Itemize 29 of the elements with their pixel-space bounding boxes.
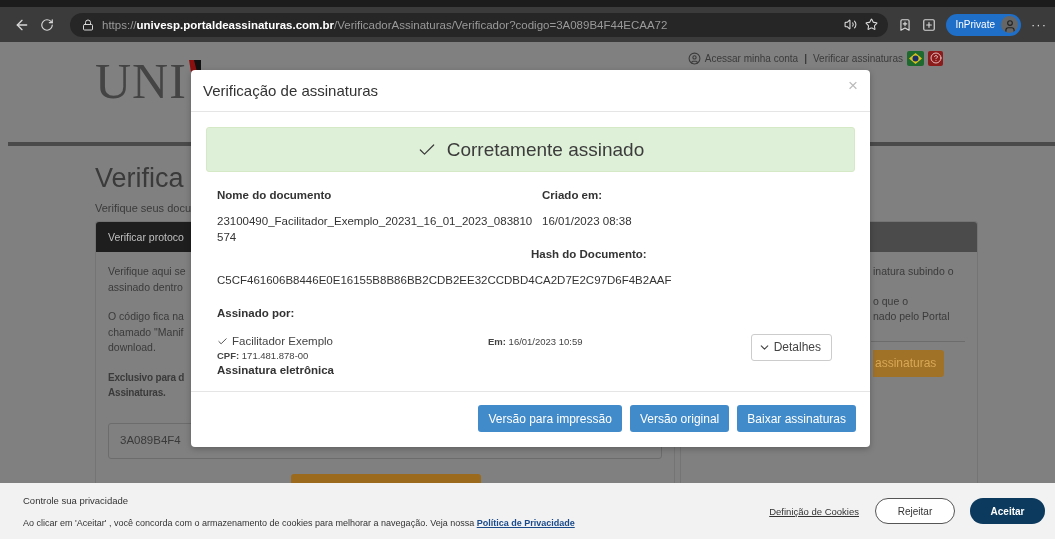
status-text: Corretamente assinado: [446, 138, 645, 161]
paragraph-line: assinado dentro: [108, 279, 183, 295]
paragraph-line: inatura subindo o: [873, 264, 954, 279]
paragraph-line: Verifique aqui se: [108, 264, 186, 279]
field-label: Criado em:: [542, 188, 604, 203]
field-label: Nome do documento: [217, 188, 333, 203]
paragraph-line: O código fica na: [108, 309, 184, 324]
field-label: Assinado por:: [217, 305, 296, 321]
separator: |: [804, 52, 807, 64]
page-title: Verifica: [95, 162, 184, 195]
page-subtitle: Verifique seus docu: [95, 202, 191, 214]
note-line: Assinaturas.: [108, 386, 166, 400]
created-date: 16/01/2023 08:38: [542, 214, 633, 229]
paragraph-line: nado pelo Portal: [873, 309, 950, 324]
paragraph-line: download.: [108, 340, 156, 355]
dialog-title: Verificação de assinaturas: [203, 82, 379, 99]
paragraph-line: chamado "Manif: [108, 324, 184, 340]
signer-name-text: Facilitador Exemplo: [232, 333, 333, 349]
document-name: 23100490_Facilitador_Exemplo_20231_16_01_2023_083810574: [217, 214, 533, 245]
signature-date: Em: 16/01/2023 10:59: [488, 335, 583, 347]
note-line: Exclusivo para d: [108, 370, 185, 385]
paragraph-line: o que o: [873, 293, 909, 309]
cookie-title: Controle sua privacidade: [23, 494, 130, 506]
document-hash: C5CF461606B8446E0E16155B8B86BB2CDB2EE32CCDBD4CA2D7E2C97D6F4B2AAF: [217, 273, 673, 288]
logo-text: UNI: [95, 56, 187, 106]
signature-type: Assinatura eletrônica: [217, 362, 335, 378]
field-label: Hash do Documento:: [531, 247, 648, 262]
cookie-notice-text: Ao clicar em 'Aceitar' , você concorda com o armazenamento de cookies para melhorar a navegação. Veja nossa Política de Privacidade: [23, 517, 576, 528]
signer-cpf: CPF: 171.481.878-00: [217, 349, 309, 361]
